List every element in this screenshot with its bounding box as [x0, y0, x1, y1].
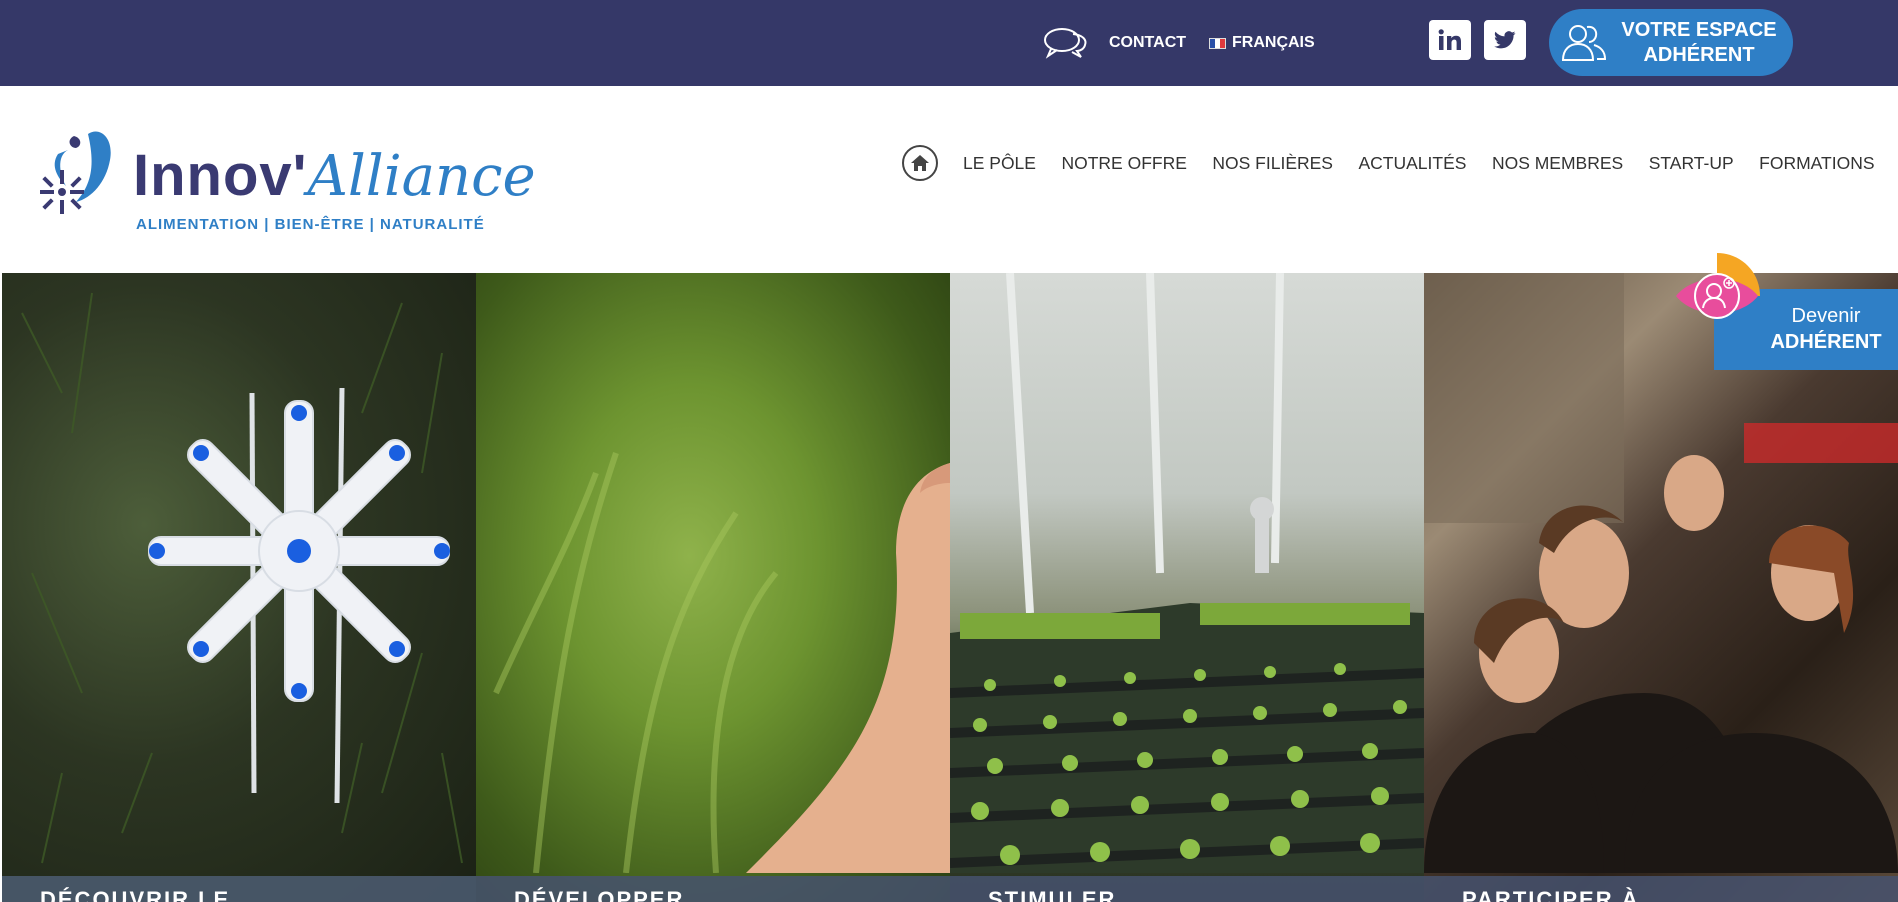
nav-item-nos-membres[interactable]: NOS MEMBRES — [1492, 153, 1623, 174]
panel-caption: STIMULER — [950, 876, 1424, 902]
innov-alliance-logo[interactable]: Innov'Alliance ALIMENTATION | BIEN-ÊTRE … — [36, 126, 536, 246]
linkedin-button[interactable] — [1429, 20, 1471, 60]
contact-link[interactable]: CONTACT — [1043, 24, 1186, 62]
top-bar: CONTACT FRANÇAIS VOTRE ESPACE ADHÉRENT — [0, 0, 1898, 86]
language-selector[interactable]: FRANÇAIS — [1209, 24, 1315, 62]
logo-brand-part2: Alliance — [307, 144, 536, 209]
drone-image — [21, 292, 463, 864]
twitter-button[interactable] — [1484, 20, 1526, 60]
nav-home-button[interactable] — [902, 145, 938, 181]
panel-decouvrir[interactable]: DÉCOUVRIR LE — [2, 273, 476, 902]
main-nav: LE PÔLE NOTRE OFFRE NOS FILIÈRES ACTUALI… — [902, 145, 1875, 181]
nav-item-actualites[interactable]: ACTUALITÉS — [1358, 153, 1466, 174]
site-header: Innov'Alliance ALIMENTATION | BIEN-ÊTRE … — [0, 86, 1898, 273]
nav-item-notre-offre[interactable]: NOTRE OFFRE — [1061, 153, 1186, 174]
nav-item-start-up[interactable]: START-UP — [1649, 153, 1734, 174]
contact-label: CONTACT — [1109, 34, 1187, 51]
add-member-icon[interactable] — [1674, 253, 1760, 339]
users-icon — [1561, 25, 1607, 61]
member-space-line1: VOTRE ESPACE — [1621, 19, 1777, 41]
logo-emblem-icon — [40, 131, 111, 214]
hand-grass-image — [493, 452, 950, 873]
panel-stimuler[interactable]: STIMULER — [950, 273, 1424, 902]
panel-caption: PARTICIPER À — [1424, 876, 1898, 902]
panel-developper[interactable]: DÉVELOPPER — [476, 273, 950, 902]
logo-brand-part1: Innov' — [133, 143, 308, 208]
logo-wordmark: Innov'Alliance — [133, 142, 536, 209]
member-space-line2: ADHÉRENT — [1643, 44, 1755, 66]
france-flag-icon — [1209, 37, 1226, 49]
panel-caption: DÉCOUVRIR LE — [2, 876, 476, 902]
language-label: FRANÇAIS — [1232, 34, 1315, 51]
member-space-label: VOTRE ESPACE ADHÉRENT — [1613, 18, 1785, 68]
hero-panels: DÉCOUVRIR LE DÉVELOPPER STIMULER PARTICI… — [0, 273, 1898, 902]
chat-bubbles-icon — [1044, 28, 1087, 59]
nav-item-formations[interactable]: FORMATIONS — [1759, 153, 1874, 174]
panel-caption: DÉVELOPPER — [476, 876, 950, 902]
nav-item-nos-filieres[interactable]: NOS FILIÈRES — [1212, 153, 1333, 174]
logo-tagline: ALIMENTATION | BIEN-ÊTRE | NATURALITÉ — [136, 216, 485, 233]
vertical-farm-image — [950, 273, 1424, 873]
nav-item-le-pole[interactable]: LE PÔLE — [963, 153, 1036, 174]
twitter-icon — [1494, 31, 1516, 49]
home-icon — [911, 155, 929, 171]
linkedin-icon — [1438, 29, 1461, 50]
member-space-button[interactable]: VOTRE ESPACE ADHÉRENT — [1549, 9, 1793, 76]
